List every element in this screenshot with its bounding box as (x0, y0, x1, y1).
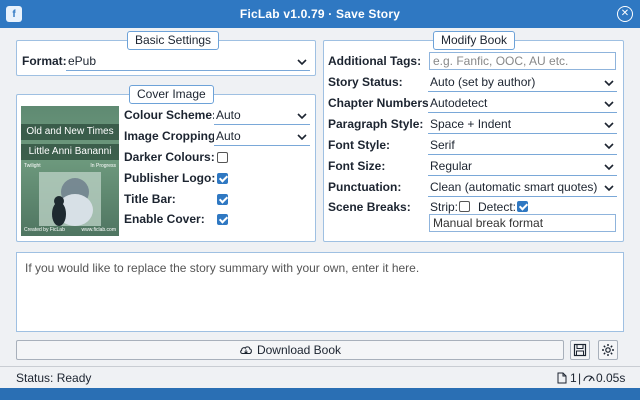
cover-image-legend: Cover Image (129, 85, 214, 104)
story-status-label: Story Status: (328, 75, 403, 89)
chevron-down-icon (297, 113, 307, 120)
chevron-down-icon (604, 80, 614, 87)
cover-author: Little Anni Bananni (21, 144, 119, 160)
cover-status: In Progress (90, 163, 116, 169)
colour-scheme-label: Colour Scheme: (124, 108, 217, 122)
scene-breaks-label: Scene Breaks: (328, 200, 411, 214)
darker-colours-label: Darker Colours: (124, 150, 215, 164)
document-count: 1 (570, 371, 577, 385)
image-cropping-label: Image Cropping: (124, 129, 220, 143)
chevron-down-icon (297, 134, 307, 141)
title-bar-checkbox[interactable] (217, 194, 228, 205)
document-icon (557, 372, 567, 384)
cover-artwork (39, 172, 101, 226)
font-size-select[interactable]: Regular (428, 158, 617, 176)
enable-cover-checkbox[interactable] (217, 214, 228, 225)
manual-break-format-input[interactable]: Manual break format (429, 214, 616, 232)
image-cropping-select[interactable]: Auto (214, 128, 310, 146)
format-select[interactable]: ePub (66, 53, 310, 71)
chevron-down-icon (604, 185, 614, 192)
strip-checkbox[interactable] (459, 201, 470, 212)
cover-preview-image: Old and New Times Little Anni Bananni Tw… (21, 106, 119, 236)
save-story-window: f FicLab v1.0.79 · Save Story ✕ Basic Se… (0, 0, 640, 400)
font-style-value: Serif (430, 138, 455, 152)
chapter-numbers-label: Chapter Numbers: (328, 96, 433, 110)
paragraph-style-value: Space + Indent (430, 117, 512, 131)
paragraph-style-label: Paragraph Style: (328, 117, 424, 131)
story-summary-textarea[interactable]: If you would like to replace the story s… (16, 252, 624, 332)
timer-icon (583, 375, 595, 382)
save-settings-button[interactable] (570, 340, 590, 360)
darker-colours-checkbox[interactable] (217, 152, 228, 163)
font-style-select[interactable]: Serif (428, 137, 617, 155)
story-status-select[interactable]: Auto (set by author) (428, 74, 617, 92)
story-status-value: Auto (set by author) (430, 75, 536, 89)
chevron-down-icon (604, 143, 614, 150)
download-book-button[interactable]: Download Book (16, 340, 564, 360)
chevron-down-icon (604, 101, 614, 108)
elapsed-time: 0.05s (596, 371, 626, 385)
detect-label: Detect: (478, 200, 517, 214)
chapter-numbers-select[interactable]: Autodetect (428, 95, 617, 113)
cover-title: Old and New Times (21, 124, 119, 140)
chevron-down-icon (297, 59, 307, 66)
additional-tags-input[interactable]: e.g. Fanfic, OOC, AU etc. (429, 52, 616, 70)
cover-footer-left: Created by FicLab (24, 227, 65, 233)
colour-scheme-value: Auto (216, 108, 241, 122)
bottom-edge (0, 388, 640, 400)
title-bar-label: Title Bar: (124, 192, 176, 206)
save-icon (573, 343, 587, 357)
publisher-logo-checkbox[interactable] (217, 173, 228, 184)
cover-footer-right: www.ficlab.com (81, 227, 116, 233)
enable-cover-label: Enable Cover: (124, 212, 205, 226)
close-icon[interactable]: ✕ (617, 6, 633, 22)
app-logo-icon: f (6, 6, 22, 22)
font-size-value: Regular (430, 159, 473, 173)
colour-scheme-select[interactable]: Auto (214, 107, 310, 125)
settings-button[interactable] (598, 340, 618, 360)
download-book-label: Download Book (256, 343, 342, 357)
gear-icon (602, 344, 614, 356)
cloud-download-icon (240, 346, 252, 354)
format-label: Format: (22, 54, 67, 68)
title-bar: f FicLab v1.0.79 · Save Story ✕ (0, 0, 640, 28)
punctuation-label: Punctuation: (328, 180, 402, 194)
font-size-label: Font Size: (328, 159, 386, 173)
chapter-numbers-value: Autodetect (430, 96, 488, 110)
cover-fandom: Twilight (24, 163, 41, 169)
format-value: ePub (68, 54, 97, 68)
publisher-logo-label: Publisher Logo: (124, 171, 216, 185)
punctuation-select[interactable]: Clean (automatic smart quotes) (428, 179, 617, 197)
chevron-down-icon (604, 122, 614, 129)
additional-tags-label: Additional Tags: (328, 54, 422, 68)
punctuation-value: Clean (automatic smart quotes) (430, 180, 598, 194)
window-title: FicLab v1.0.79 · Save Story (239, 7, 401, 21)
basic-settings-legend: Basic Settings (127, 31, 220, 50)
paragraph-style-select[interactable]: Space + Indent (428, 116, 617, 134)
status-text: Status: Ready (16, 371, 92, 385)
modify-book-legend: Modify Book (433, 31, 516, 50)
strip-label: Strip: (430, 200, 459, 214)
image-cropping-value: Auto (216, 129, 241, 143)
detect-checkbox[interactable] (517, 201, 528, 212)
font-style-label: Font Style: (328, 138, 390, 152)
status-bar: Status: Ready 1 | 0.05s (0, 366, 640, 388)
chevron-down-icon (604, 164, 614, 171)
status-divider: | (578, 371, 582, 385)
